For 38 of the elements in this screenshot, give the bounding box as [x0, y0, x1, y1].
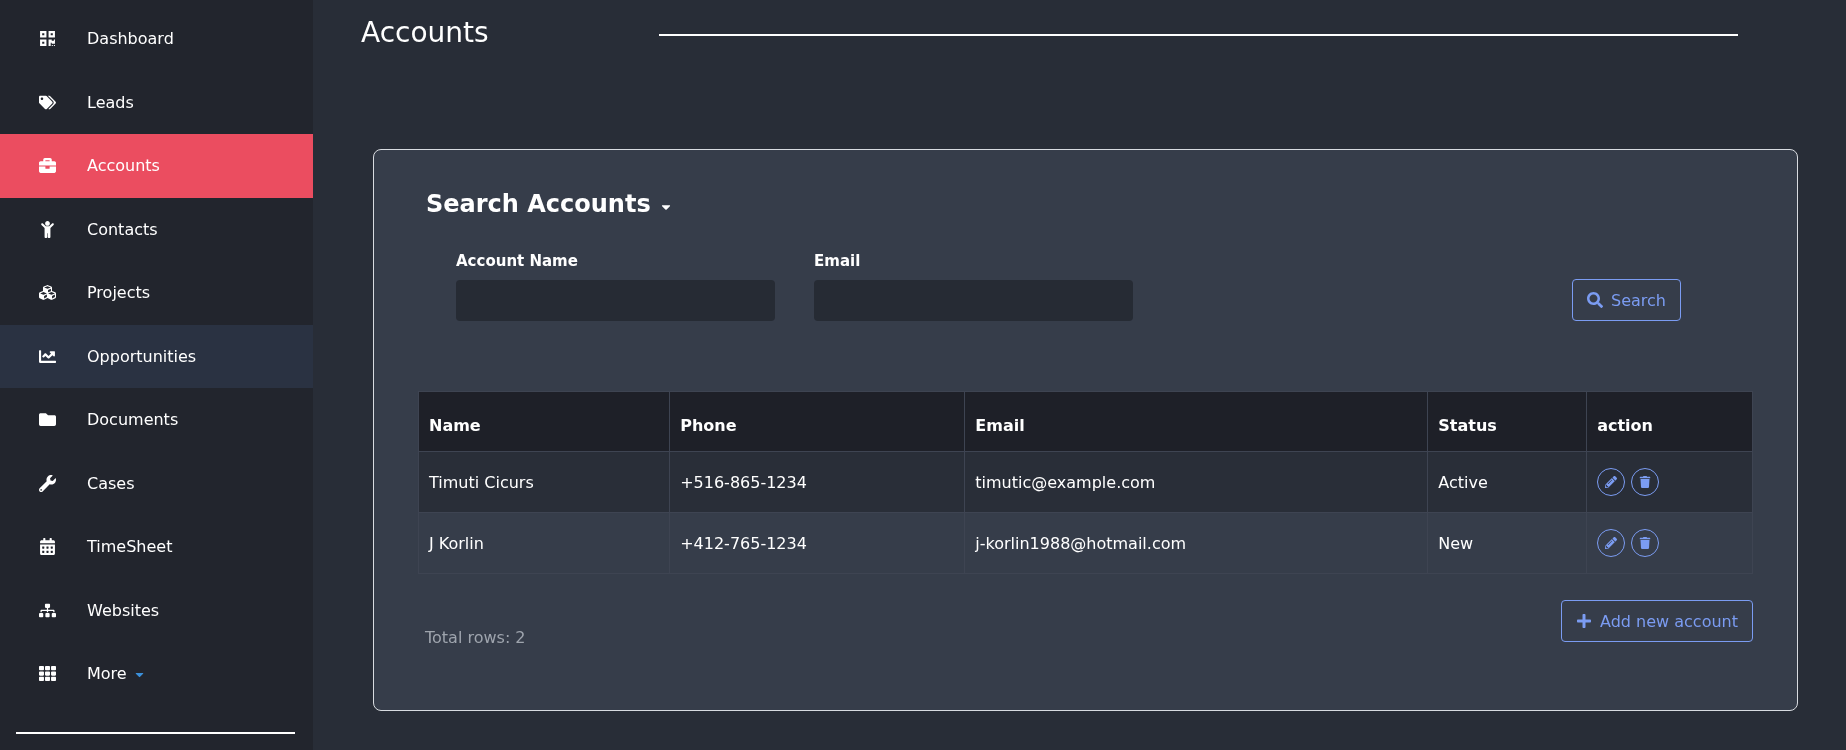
- search-icon: [1587, 292, 1604, 308]
- column-header: action: [1586, 391, 1753, 452]
- pencil-icon: [1605, 537, 1618, 549]
- calendar-icon: [37, 538, 57, 556]
- trash-icon: [1639, 476, 1652, 488]
- line-chart-icon: [37, 347, 57, 365]
- column-header: Name: [418, 391, 670, 452]
- cubes-icon: [37, 284, 57, 302]
- column-header: Email: [964, 391, 1428, 452]
- column-header: Status: [1427, 391, 1587, 452]
- table-cell: j-korlin1988@hotmail.com: [964, 512, 1428, 574]
- sitemap-icon: [37, 601, 57, 619]
- table-cell: Active: [1427, 451, 1587, 513]
- briefcase-icon: [37, 157, 57, 175]
- grid-icon: [37, 665, 57, 683]
- sidebar-item[interactable]: Accounts: [0, 134, 313, 198]
- field-label: Email: [814, 252, 862, 270]
- field-label: Account Name: [456, 252, 579, 270]
- search-panel-title[interactable]: Search Accounts: [426, 190, 1753, 218]
- wrench-icon: [37, 474, 57, 492]
- add-account-button[interactable]: Add new account: [1561, 600, 1753, 642]
- tags-icon: [37, 93, 57, 111]
- total-rows: Total rows: 2: [425, 628, 526, 647]
- table-cell: J Korlin: [418, 512, 670, 574]
- plus-icon: [1576, 613, 1593, 629]
- table-cell: timutic@example.com: [964, 451, 1428, 513]
- search-button[interactable]: Search: [1572, 279, 1681, 321]
- pencil-icon: [1605, 476, 1618, 488]
- sidebar-item[interactable]: Opportunities: [0, 324, 313, 388]
- table-cell: +516-865-1234: [669, 451, 965, 513]
- qr-code-icon: [37, 30, 57, 48]
- table-cell: Timuti Cicurs: [418, 451, 670, 513]
- page-title: Accounts: [361, 16, 489, 49]
- trash-icon: [1639, 537, 1652, 549]
- column-header: Phone: [669, 391, 965, 452]
- table-cell: New: [1427, 512, 1587, 574]
- folder-icon: [37, 411, 57, 429]
- table-cell: +412-765-1234: [669, 512, 965, 574]
